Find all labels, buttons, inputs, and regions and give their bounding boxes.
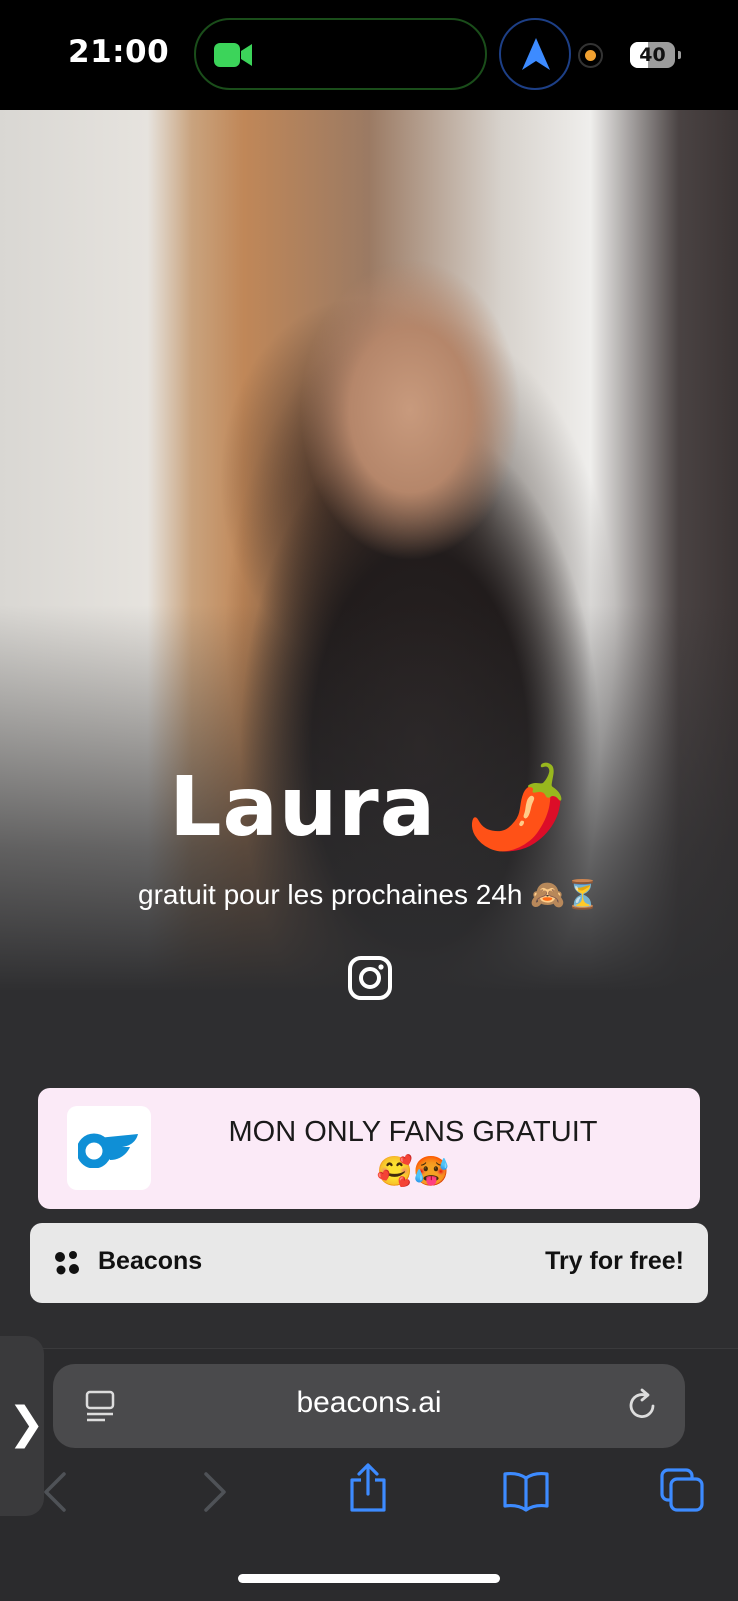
onlyfans-link-card[interactable]: MON ONLY FANS GRATUIT 🥰🥵 bbox=[38, 1088, 700, 1209]
url-text[interactable]: beacons.ai bbox=[53, 1386, 685, 1420]
profile-subtitle: gratuit pour les prochaines 24h 🙈⏳ bbox=[138, 879, 600, 910]
try-for-free-button[interactable]: Try for free! bbox=[545, 1247, 684, 1276]
onlyfans-link-label-line2: 🥰🥵 bbox=[376, 1156, 450, 1188]
facetime-indicator[interactable] bbox=[194, 18, 487, 90]
back-icon[interactable] bbox=[42, 1470, 70, 1514]
beacons-promo-bar[interactable]: Beacons Try for free! bbox=[30, 1223, 708, 1303]
browser-nav-row bbox=[0, 1463, 738, 1530]
reload-icon[interactable] bbox=[627, 1388, 659, 1422]
bookmarks-icon[interactable] bbox=[502, 1470, 550, 1512]
battery-level: 40 bbox=[639, 44, 666, 66]
sidebar-chevron-icon: ❯ bbox=[8, 1398, 45, 1449]
tabs-icon[interactable] bbox=[660, 1468, 704, 1512]
beacons-brand-label: Beacons bbox=[98, 1247, 203, 1275]
share-icon[interactable] bbox=[348, 1462, 388, 1514]
battery-icon: 40 bbox=[630, 42, 681, 68]
status-bar: 21:00 40 bbox=[0, 0, 738, 110]
profile-name: Laura 🌶️ bbox=[169, 760, 569, 855]
navigation-indicator[interactable] bbox=[499, 18, 571, 90]
onlyfans-logo-box bbox=[67, 1106, 151, 1190]
navigation-arrow-icon bbox=[522, 38, 550, 70]
status-time: 21:00 bbox=[68, 34, 170, 70]
onlyfans-logo-icon bbox=[78, 1133, 138, 1168]
hero-gradient-overlay bbox=[0, 110, 738, 1010]
forward-icon[interactable] bbox=[200, 1470, 228, 1514]
onlyfans-link-label-line1: MON ONLY FANS GRATUIT bbox=[228, 1116, 598, 1148]
profile-hero-photo bbox=[0, 110, 738, 1010]
address-bar[interactable]: beacons.ai bbox=[53, 1364, 685, 1448]
recording-indicator-dot bbox=[578, 43, 603, 68]
instagram-icon[interactable] bbox=[348, 956, 392, 1000]
beacons-logo-icon bbox=[55, 1251, 79, 1275]
home-indicator[interactable] bbox=[238, 1574, 500, 1583]
onlyfans-link-label: MON ONLY FANS GRATUIT 🥰🥵 bbox=[148, 1112, 678, 1192]
facetime-video-icon bbox=[214, 43, 252, 67]
battery-nub bbox=[678, 51, 681, 59]
